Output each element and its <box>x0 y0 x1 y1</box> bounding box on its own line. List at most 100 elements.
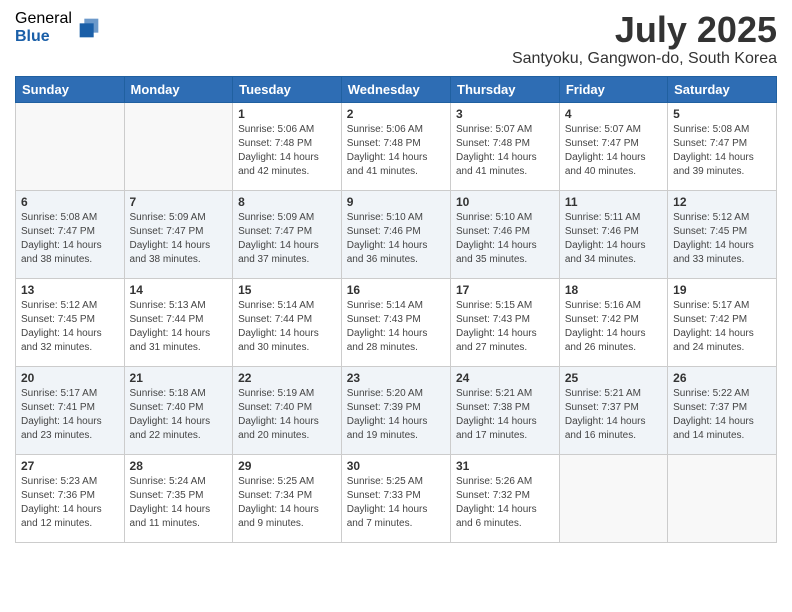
day-number: 7 <box>130 195 228 209</box>
day-number: 17 <box>456 283 554 297</box>
calendar-day-cell <box>668 454 777 542</box>
calendar-day-cell: 1 Sunrise: 5:06 AMSunset: 7:48 PMDaylight… <box>233 102 342 190</box>
calendar-day-cell: 14 Sunrise: 5:13 AMSunset: 7:44 PMDayligh… <box>124 278 233 366</box>
day-number: 22 <box>238 371 336 385</box>
day-info: Sunrise: 5:11 AMSunset: 7:46 PMDaylight:… <box>565 211 662 267</box>
weekday-header: Friday <box>559 76 667 102</box>
calendar-day-cell: 21Sunrise: 5:18 AMSunset: 7:40 PMDayligh… <box>124 366 233 454</box>
calendar-header-row: SundayMondayTuesdayWednesdayThursdayFrid… <box>16 76 777 102</box>
day-number: 4 <box>565 107 662 121</box>
day-number: 14 <box>130 283 228 297</box>
calendar-day-cell: 11 Sunrise: 5:11 AMSunset: 7:46 PMDayligh… <box>559 190 667 278</box>
weekday-header: Thursday <box>451 76 560 102</box>
day-info: Sunrise: 5:21 AMSunset: 7:37 PMDaylight:… <box>565 387 662 443</box>
day-number: 5 <box>673 107 771 121</box>
calendar-day-cell: 22 Sunrise: 5:19 AMSunset: 7:40 PMDayligh… <box>233 366 342 454</box>
day-info: Sunrise: 5:15 AMSunset: 7:43 PMDaylight:… <box>456 299 554 355</box>
day-number: 21 <box>130 371 228 385</box>
day-info: Sunrise: 5:26 AMSunset: 7:32 PMDaylight:… <box>456 475 554 531</box>
calendar-day-cell: 18 Sunrise: 5:16 AMSunset: 7:42 PMDayligh… <box>559 278 667 366</box>
day-info: Sunrise: 5:10 AMSunset: 7:46 PMDaylight:… <box>456 211 554 267</box>
logo-icon <box>75 14 103 42</box>
day-number: 18 <box>565 283 662 297</box>
calendar-day-cell: 23Sunrise: 5:20 AMSunset: 7:39 PMDayligh… <box>341 366 450 454</box>
calendar-day-cell: 20 Sunrise: 5:17 AMSunset: 7:41 PMDayligh… <box>16 366 125 454</box>
day-info: Sunrise: 5:22 AMSunset: 7:37 PMDaylight:… <box>673 387 771 443</box>
calendar-day-cell: 27 Sunrise: 5:23 AMSunset: 7:36 PMDayligh… <box>16 454 125 542</box>
day-info: Sunrise: 5:08 AMSunset: 7:47 PMDaylight:… <box>21 211 119 267</box>
day-info: Sunrise: 5:08 AMSunset: 7:47 PMDaylight:… <box>673 123 771 179</box>
calendar-week-row: 13Sunrise: 5:12 AMSunset: 7:45 PMDayligh… <box>16 278 777 366</box>
day-info: Sunrise: 5:16 AMSunset: 7:42 PMDaylight:… <box>565 299 662 355</box>
calendar-day-cell <box>124 102 233 190</box>
day-number: 19 <box>673 283 771 297</box>
weekday-header: Monday <box>124 76 233 102</box>
day-number: 20 <box>21 371 119 385</box>
calendar-day-cell: 2 Sunrise: 5:06 AMSunset: 7:48 PMDaylight… <box>341 102 450 190</box>
day-info: Sunrise: 5:24 AMSunset: 7:35 PMDaylight:… <box>130 475 228 531</box>
calendar-day-cell: 29Sunrise: 5:25 AMSunset: 7:34 PMDayligh… <box>233 454 342 542</box>
day-info: Sunrise: 5:25 AMSunset: 7:33 PMDaylight:… <box>347 475 445 531</box>
day-number: 27 <box>21 459 119 473</box>
day-info: Sunrise: 5:12 AMSunset: 7:45 PMDaylight:… <box>673 211 771 267</box>
day-number: 11 <box>565 195 662 209</box>
logo-blue: Blue <box>15 28 72 46</box>
day-number: 9 <box>347 195 445 209</box>
calendar-day-cell: 17 Sunrise: 5:15 AMSunset: 7:43 PMDayligh… <box>451 278 560 366</box>
day-info: Sunrise: 5:07 AMSunset: 7:47 PMDaylight:… <box>565 123 662 179</box>
day-number: 3 <box>456 107 554 121</box>
calendar-day-cell: 30 Sunrise: 5:25 AMSunset: 7:33 PMDayligh… <box>341 454 450 542</box>
day-number: 23 <box>347 371 445 385</box>
day-info: Sunrise: 5:23 AMSunset: 7:36 PMDaylight:… <box>21 475 119 531</box>
weekday-header: Wednesday <box>341 76 450 102</box>
day-info: Sunrise: 5:25 AMSunset: 7:34 PMDaylight:… <box>238 475 336 531</box>
calendar-day-cell: 26 Sunrise: 5:22 AMSunset: 7:37 PMDayligh… <box>668 366 777 454</box>
calendar-day-cell <box>559 454 667 542</box>
weekday-header: Sunday <box>16 76 125 102</box>
day-info: Sunrise: 5:17 AMSunset: 7:41 PMDaylight:… <box>21 387 119 443</box>
calendar-week-row: 27 Sunrise: 5:23 AMSunset: 7:36 PMDayligh… <box>16 454 777 542</box>
calendar-day-cell: 24Sunrise: 5:21 AMSunset: 7:38 PMDayligh… <box>451 366 560 454</box>
day-info: Sunrise: 5:19 AMSunset: 7:40 PMDaylight:… <box>238 387 336 443</box>
calendar-week-row: 1 Sunrise: 5:06 AMSunset: 7:48 PMDaylight… <box>16 102 777 190</box>
weekday-header: Tuesday <box>233 76 342 102</box>
location-title: Santyoku, Gangwon-do, South Korea <box>512 50 777 68</box>
logo-general: General <box>15 10 72 28</box>
calendar-day-cell: 31 Sunrise: 5:26 AMSunset: 7:32 PMDayligh… <box>451 454 560 542</box>
day-info: Sunrise: 5:10 AMSunset: 7:46 PMDaylight:… <box>347 211 445 267</box>
calendar-day-cell: 9 Sunrise: 5:10 AMSunset: 7:46 PMDaylight… <box>341 190 450 278</box>
day-number: 30 <box>347 459 445 473</box>
day-number: 10 <box>456 195 554 209</box>
calendar-day-cell: 13Sunrise: 5:12 AMSunset: 7:45 PMDayligh… <box>16 278 125 366</box>
logo: General Blue <box>15 10 103 45</box>
calendar-week-row: 6 Sunrise: 5:08 AMSunset: 7:47 PMDaylight… <box>16 190 777 278</box>
calendar-week-row: 20 Sunrise: 5:17 AMSunset: 7:41 PMDayligh… <box>16 366 777 454</box>
calendar-day-cell: 15Sunrise: 5:14 AMSunset: 7:44 PMDayligh… <box>233 278 342 366</box>
day-info: Sunrise: 5:17 AMSunset: 7:42 PMDaylight:… <box>673 299 771 355</box>
day-number: 24 <box>456 371 554 385</box>
day-info: Sunrise: 5:09 AMSunset: 7:47 PMDaylight:… <box>238 211 336 267</box>
day-number: 12 <box>673 195 771 209</box>
calendar-day-cell: 28Sunrise: 5:24 AMSunset: 7:35 PMDayligh… <box>124 454 233 542</box>
weekday-header: Saturday <box>668 76 777 102</box>
day-number: 16 <box>347 283 445 297</box>
day-info: Sunrise: 5:14 AMSunset: 7:43 PMDaylight:… <box>347 299 445 355</box>
calendar-day-cell: 19 Sunrise: 5:17 AMSunset: 7:42 PMDayligh… <box>668 278 777 366</box>
calendar-day-cell: 16 Sunrise: 5:14 AMSunset: 7:43 PMDayligh… <box>341 278 450 366</box>
day-info: Sunrise: 5:13 AMSunset: 7:44 PMDaylight:… <box>130 299 228 355</box>
day-number: 31 <box>456 459 554 473</box>
page-header: General Blue July 2025 Santyoku, Gangwon… <box>15 10 777 68</box>
calendar-day-cell: 8Sunrise: 5:09 AMSunset: 7:47 PMDaylight… <box>233 190 342 278</box>
calendar-day-cell: 3 Sunrise: 5:07 AMSunset: 7:48 PMDaylight… <box>451 102 560 190</box>
day-info: Sunrise: 5:06 AMSunset: 7:48 PMDaylight:… <box>238 123 336 179</box>
day-number: 2 <box>347 107 445 121</box>
month-title: July 2025 <box>512 10 777 50</box>
day-info: Sunrise: 5:06 AMSunset: 7:48 PMDaylight:… <box>347 123 445 179</box>
title-section: July 2025 Santyoku, Gangwon-do, South Ko… <box>512 10 777 68</box>
day-number: 26 <box>673 371 771 385</box>
day-number: 15 <box>238 283 336 297</box>
day-number: 6 <box>21 195 119 209</box>
day-number: 1 <box>238 107 336 121</box>
day-info: Sunrise: 5:07 AMSunset: 7:48 PMDaylight:… <box>456 123 554 179</box>
logo-text: General Blue <box>15 10 72 45</box>
